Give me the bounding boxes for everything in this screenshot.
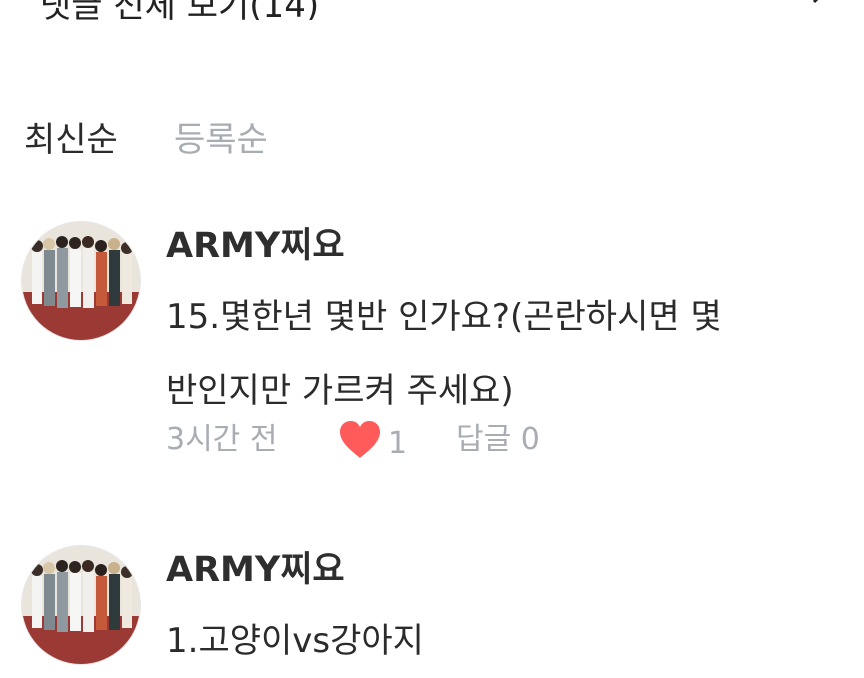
avatar[interactable]: [22, 222, 140, 340]
like-button[interactable]: 1: [338, 420, 407, 468]
like-count: 1: [388, 426, 408, 461]
comment-time: 3시간 전: [166, 422, 278, 457]
sort-latest-tab[interactable]: 최신순: [24, 118, 118, 162]
comment-text-line: 15.몇한년 몇반 인가요?(곤란하시면 몇: [166, 297, 722, 337]
chevron-right-icon[interactable]: [808, 0, 828, 10]
reply-button[interactable]: 답글 0: [456, 420, 540, 460]
comment-author[interactable]: ARMY찌요: [166, 224, 345, 268]
comment-author[interactable]: ARMY찌요: [166, 548, 345, 592]
heart-icon: [338, 420, 382, 468]
comment-text: 1.고양이vs강아지: [166, 604, 806, 678]
comment-text: 15.몇한년 몇반 인가요?(곤란하시면 몇 반인지만 가르켜 주세요): [166, 280, 806, 428]
back-arrow-icon[interactable]: [10, 0, 34, 10]
sort-registered-tab[interactable]: 등록순: [174, 118, 268, 162]
page-header: 댓글 전체 보기(14): [0, 0, 864, 20]
comment-text-line: 반인지만 가르켜 주세요): [166, 371, 514, 411]
comment-text-line: 1.고양이vs강아지: [166, 621, 424, 661]
page-title: 댓글 전체 보기(14): [40, 0, 320, 20]
avatar[interactable]: [22, 546, 140, 664]
